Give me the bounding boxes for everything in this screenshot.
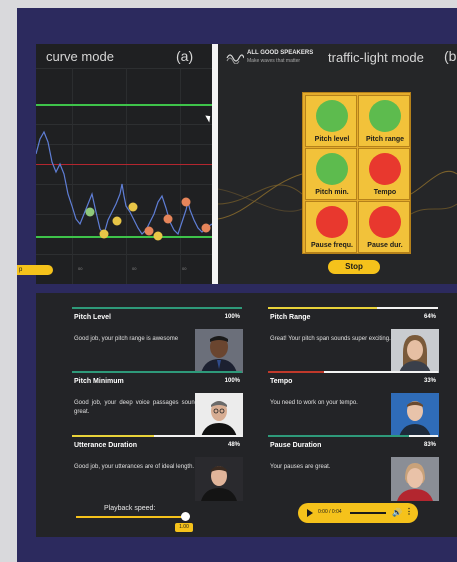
curve-dot bbox=[112, 216, 122, 226]
metric-bar-fill bbox=[268, 307, 377, 309]
slider-thumb[interactable] bbox=[181, 512, 190, 521]
traffic-mode-title: traffic-light mode bbox=[328, 50, 424, 65]
metric-feedback: Good job, your pitch range is awesome bbox=[74, 336, 179, 342]
metric-title: Pitch Minimum bbox=[74, 378, 124, 385]
audio-player: 0:00 / 0:04 🔊 ⋮ bbox=[298, 503, 418, 523]
slider-fill bbox=[76, 516, 181, 518]
metric-bar-fill bbox=[268, 435, 410, 437]
metric-value: 83% bbox=[423, 442, 436, 448]
curve-dot bbox=[181, 197, 191, 207]
metric-title: Pitch Range bbox=[270, 314, 311, 321]
metric-title: Tempo bbox=[270, 378, 293, 385]
status-light-icon bbox=[369, 100, 401, 132]
status-light-icon bbox=[316, 206, 348, 238]
portrait-image bbox=[195, 457, 243, 501]
curve-dot bbox=[128, 202, 138, 212]
curve-dot bbox=[201, 223, 211, 233]
traffic-light-grid: Pitch level Pitch range Pitch min. Tempo… bbox=[302, 92, 411, 254]
stop-button[interactable]: Stop bbox=[328, 260, 380, 274]
curve-dot bbox=[153, 231, 163, 241]
player-progress-track[interactable] bbox=[350, 512, 386, 514]
metric-title: Pause Duration bbox=[270, 442, 322, 449]
status-light-icon bbox=[316, 100, 348, 132]
more-icon[interactable]: ⋮ bbox=[405, 507, 413, 516]
status-light-icon bbox=[316, 153, 348, 185]
traffic-mode-label: (b bbox=[444, 48, 457, 64]
status-light-icon bbox=[369, 206, 401, 238]
metric-feedback: Great! Your pitch span sounds super exci… bbox=[270, 336, 391, 342]
playback-speed-slider[interactable] bbox=[76, 516, 186, 518]
cell-label: Tempo bbox=[373, 189, 397, 196]
curve-dot bbox=[99, 229, 109, 239]
cell-pitch-min: Pitch min. bbox=[305, 148, 357, 200]
logo-tagline: Make waves that matter bbox=[247, 58, 301, 64]
cell-label: Pitch min. bbox=[315, 189, 349, 196]
metric-bar bbox=[268, 307, 438, 309]
logo-name: ALL GOOD SPEAKERS bbox=[247, 50, 314, 56]
metric-bar bbox=[72, 307, 242, 309]
portrait-image bbox=[195, 393, 243, 437]
cell-label: Pitch level bbox=[314, 136, 350, 143]
portrait-image bbox=[391, 393, 439, 437]
metric-bar bbox=[72, 435, 242, 437]
metric-title: Pitch Level bbox=[74, 314, 111, 321]
metric-title: Utterance Duration bbox=[74, 442, 138, 449]
metric-value: 100% bbox=[224, 378, 240, 384]
metric-bar-fill bbox=[72, 307, 242, 309]
metric-feedback: You need to work on your tempo. bbox=[270, 400, 358, 406]
metric-feedback: Good job, your deep voice passages sound… bbox=[74, 400, 198, 415]
metric-bar-fill bbox=[72, 435, 154, 437]
traffic-light-panel: ALL GOOD SPEAKERS Make waves that matter… bbox=[218, 44, 457, 284]
cell-pitch-level: Pitch level bbox=[305, 95, 357, 147]
feedback-dashboard: Pitch Level 100% Good job, your pitch ra… bbox=[36, 293, 457, 537]
metric-bar bbox=[72, 371, 242, 373]
metric-bar bbox=[268, 435, 438, 437]
status-light-icon bbox=[369, 153, 401, 185]
pitch-curve bbox=[36, 130, 212, 236]
metric-value: 100% bbox=[224, 314, 240, 320]
metric-bar-fill bbox=[268, 371, 325, 373]
portrait-image bbox=[391, 457, 439, 501]
metric-value: 64% bbox=[423, 314, 436, 320]
metric-bar-fill bbox=[72, 371, 242, 373]
metric-bar bbox=[268, 371, 438, 373]
curve-mode-panel: curve mode (a) 00 00 00 bbox=[36, 44, 212, 284]
player-time: 0:00 / 0:04 bbox=[318, 509, 342, 515]
playback-speed-value: 1.00 bbox=[175, 523, 193, 532]
metric-feedback: Your pauses are great. bbox=[270, 464, 331, 470]
pitch-curve-plot: 00 00 00 bbox=[36, 130, 212, 271]
logo-icon bbox=[226, 51, 245, 65]
playback-speed-label: Playback speed: bbox=[104, 505, 156, 512]
tick-label: 00 bbox=[182, 266, 187, 271]
cell-label: Pause frequ. bbox=[310, 242, 353, 249]
portrait-image bbox=[195, 329, 243, 373]
portrait-image bbox=[391, 329, 439, 373]
cell-pause-duration: Pause dur. bbox=[358, 201, 410, 253]
volume-icon[interactable]: 🔊 bbox=[392, 508, 402, 517]
cell-tempo: Tempo bbox=[358, 148, 410, 200]
curve-dot bbox=[163, 214, 173, 224]
play-icon[interactable] bbox=[307, 509, 313, 517]
metric-feedback: Good job, your utterances are of ideal l… bbox=[74, 464, 195, 470]
cell-label: Pitch range bbox=[365, 136, 405, 143]
metric-value: 33% bbox=[423, 378, 436, 384]
cell-pause-frequency: Pause frequ. bbox=[305, 201, 357, 253]
tick-label: 00 bbox=[132, 266, 137, 271]
left-stop-button[interactable]: p bbox=[17, 265, 53, 275]
curve-dot bbox=[85, 207, 95, 217]
metric-value: 48% bbox=[227, 442, 240, 448]
tick-label: 00 bbox=[78, 266, 83, 271]
cell-pitch-range: Pitch range bbox=[358, 95, 410, 147]
curve-dot bbox=[144, 226, 154, 236]
cell-label: Pause dur. bbox=[367, 242, 403, 249]
